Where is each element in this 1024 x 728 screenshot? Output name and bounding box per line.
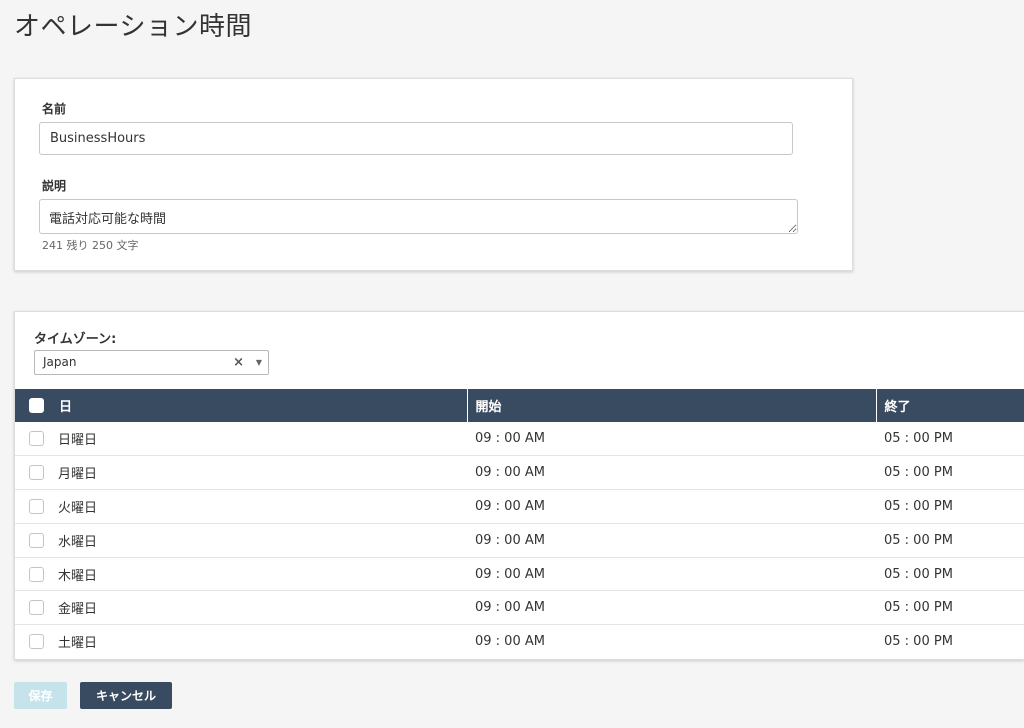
day-cell: 土曜日: [15, 625, 467, 659]
hours-table: 日 開始 終了 日曜日 09 : 00 AM 05 : 00 PM 月曜日 09…: [15, 389, 1024, 659]
start-time-cell[interactable]: 09 : 00 AM: [467, 590, 876, 626]
start-time-cell[interactable]: 09 : 00 AM: [467, 422, 876, 457]
start-time-cell[interactable]: 09 : 00 AM: [467, 523, 876, 558]
start-time-cell[interactable]: 09 : 00 AM: [467, 489, 876, 524]
cancel-button[interactable]: キャンセル: [80, 682, 172, 709]
start-time-cell[interactable]: 09 : 00 AM: [467, 557, 876, 592]
timezone-label: タイムゾーン:: [34, 332, 117, 347]
table-row: 日曜日 09 : 00 AM 05 : 00 PM: [15, 422, 1024, 457]
timezone-select[interactable]: Japan × ▼: [34, 350, 269, 375]
column-header-end: 終了: [876, 389, 1024, 422]
table-row: 木曜日 09 : 00 AM 05 : 00 PM: [15, 557, 1024, 592]
name-label: 名前: [42, 102, 67, 116]
row-checkbox[interactable]: [29, 431, 44, 447]
start-time-cell[interactable]: 09 : 00 AM: [467, 455, 876, 491]
name-input[interactable]: [39, 122, 793, 155]
row-checkbox[interactable]: [29, 498, 44, 514]
description-textarea[interactable]: 電話対応可能な時間: [39, 199, 798, 234]
table-row: 月曜日 09 : 00 AM 05 : 00 PM: [15, 455, 1024, 491]
table-row: 金曜日 09 : 00 AM 05 : 00 PM: [15, 590, 1024, 626]
table-row: 土曜日 09 : 00 AM 05 : 00 PM: [15, 625, 1024, 659]
end-time-cell[interactable]: 05 : 00 PM: [876, 557, 1024, 592]
row-checkbox[interactable]: [29, 532, 44, 548]
table-header-row: 日 開始 終了: [15, 389, 1024, 422]
day-cell: 木曜日: [15, 557, 467, 592]
page-title: オペレーション時間: [14, 12, 252, 42]
end-time-cell[interactable]: 05 : 00 PM: [876, 489, 1024, 524]
description-label: 説明: [42, 179, 67, 193]
char-count: 241 残り 250 文字: [42, 239, 139, 252]
column-header-day: 日: [15, 389, 468, 422]
row-checkbox[interactable]: [29, 634, 44, 650]
start-time-cell[interactable]: 09 : 00 AM: [467, 625, 876, 659]
end-time-cell[interactable]: 05 : 00 PM: [876, 455, 1024, 491]
column-header-start: 開始: [467, 389, 877, 422]
hours-card: タイムゾーン: Japan × ▼ 日 開始 終了 日曜日 09 : 00 AM…: [14, 311, 1024, 660]
table-row: 火曜日 09 : 00 AM 05 : 00 PM: [15, 489, 1024, 524]
end-time-cell[interactable]: 05 : 00 PM: [876, 590, 1024, 626]
day-cell: 日曜日: [15, 422, 467, 457]
timezone-selected-value: Japan: [43, 355, 77, 369]
select-all-checkbox[interactable]: [29, 398, 44, 413]
end-time-cell[interactable]: 05 : 00 PM: [876, 523, 1024, 558]
info-card: 名前 説明 電話対応可能な時間 241 残り 250 文字: [14, 78, 853, 271]
row-checkbox[interactable]: [29, 465, 44, 481]
row-checkbox[interactable]: [29, 600, 44, 616]
end-time-cell[interactable]: 05 : 00 PM: [876, 625, 1024, 659]
save-button[interactable]: 保存: [14, 682, 67, 709]
clear-icon[interactable]: ×: [233, 351, 244, 374]
day-cell: 金曜日: [15, 590, 467, 626]
day-cell: 水曜日: [15, 523, 467, 558]
day-cell: 月曜日: [15, 455, 467, 491]
table-row: 水曜日 09 : 00 AM 05 : 00 PM: [15, 523, 1024, 558]
row-checkbox[interactable]: [29, 566, 44, 582]
end-time-cell[interactable]: 05 : 00 PM: [876, 422, 1024, 457]
chevron-down-icon[interactable]: ▼: [256, 351, 262, 374]
day-cell: 火曜日: [15, 489, 467, 524]
